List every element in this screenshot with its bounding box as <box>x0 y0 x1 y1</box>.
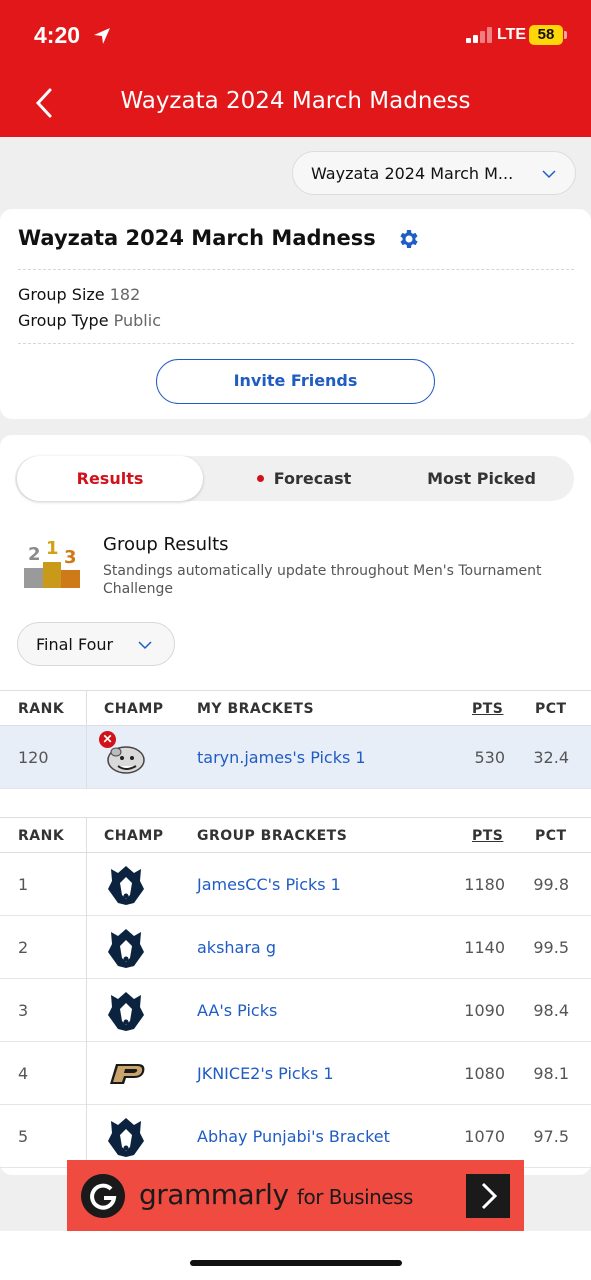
column-divider <box>86 691 87 789</box>
row-pts: 1080 <box>464 1064 505 1083</box>
home-indicator[interactable] <box>190 1260 402 1266</box>
status-time: 4:20 <box>34 22 81 48</box>
table-row[interactable]: 3 AA's Picks 1090 98.4 <box>0 979 591 1042</box>
table-row[interactable]: 5 Abhay Punjabi's Bracket 1070 97.5 <box>0 1105 591 1168</box>
divider <box>18 269 574 270</box>
bracket-name-link[interactable]: JamesCC's Picks 1 <box>197 875 341 894</box>
table-row[interactable]: 2 akshara g 1140 99.5 <box>0 916 591 979</box>
group-select-dropdown[interactable]: Wayzata 2024 March M... <box>292 151 576 195</box>
group-size-label: Group Size <box>18 285 105 304</box>
group-select-value: Wayzata 2024 March M... <box>311 164 514 183</box>
col-pct: PCT <box>535 828 567 844</box>
group-name: Wayzata 2024 March Madness <box>18 226 376 250</box>
bracket-name-link[interactable]: JKNICE2's Picks 1 <box>197 1064 334 1083</box>
col-brackets: GROUP BRACKETS <box>197 828 348 844</box>
ad-text: grammarly for Business <box>139 1178 413 1211</box>
my-brackets-header: RANK CHAMP MY BRACKETS PTS PCT <box>0 690 591 726</box>
bottom-safe-area <box>0 1231 591 1280</box>
table-row[interactable]: 4 JKNICE2's Picks 1 1080 98.1 <box>0 1042 591 1105</box>
round-select-value: Final Four <box>36 635 114 654</box>
tab-most-picked-label: Most Picked <box>427 469 536 488</box>
ad-brand: grammarly <box>139 1178 289 1211</box>
col-pts[interactable]: PTS <box>472 701 503 717</box>
row-rank: 120 <box>18 748 49 767</box>
row-pct: 32.4 <box>533 748 569 767</box>
network-label: LTE <box>497 26 527 43</box>
row-pct: 98.4 <box>533 1001 569 1020</box>
bracket-name-link[interactable]: AA's Picks <box>197 1001 277 1020</box>
svg-text:3: 3 <box>64 547 77 568</box>
invite-friends-button[interactable]: Invite Friends <box>156 359 435 404</box>
col-champ: CHAMP <box>104 828 164 844</box>
husky-logo-icon <box>108 866 144 905</box>
page-title: Wayzata 2024 March Madness <box>120 88 471 114</box>
group-brackets-header: RANK CHAMP GROUP BRACKETS PTS PCT <box>0 817 591 853</box>
divider <box>18 343 574 344</box>
bracket-name-link[interactable]: taryn.james's Picks 1 <box>197 748 366 767</box>
col-rank: RANK <box>18 828 65 844</box>
tab-results[interactable]: Results <box>17 456 203 501</box>
group-type-value: Public <box>113 311 161 330</box>
husky-logo-icon <box>108 1118 144 1157</box>
ad-banner[interactable]: grammarly for Business <box>67 1160 524 1231</box>
chevron-right-icon[interactable] <box>466 1174 510 1218</box>
battery-tip <box>564 31 567 39</box>
row-rank: 1 <box>18 875 29 894</box>
husky-logo-icon <box>108 929 144 968</box>
ad-suffix: for Business <box>296 1185 414 1209</box>
svg-text:1: 1 <box>46 538 59 559</box>
row-pct: 99.8 <box>533 875 569 894</box>
row-pts: 1070 <box>464 1127 505 1146</box>
row-pts: 1140 <box>464 938 505 957</box>
row-rank: 3 <box>18 1001 29 1020</box>
col-champ: CHAMP <box>104 701 164 717</box>
row-pct: 97.5 <box>533 1127 569 1146</box>
gear-icon[interactable] <box>397 227 421 251</box>
tab-forecast[interactable]: Forecast <box>211 456 397 501</box>
chevron-down-icon <box>542 170 556 179</box>
tab-results-label: Results <box>76 469 144 488</box>
chevron-down-icon <box>138 641 152 650</box>
row-rank: 5 <box>18 1127 29 1146</box>
results-tabs: Results Forecast Most Picked <box>15 456 574 501</box>
grammarly-g-icon <box>81 1174 125 1218</box>
row-rank: 4 <box>18 1064 29 1083</box>
row-pct: 98.1 <box>533 1064 569 1083</box>
tab-most-picked[interactable]: Most Picked <box>389 456 574 501</box>
group-results-title: Group Results <box>103 534 229 555</box>
table-row[interactable]: 1 JamesCC's Picks 1 1180 99.8 <box>0 853 591 916</box>
row-pts: 1180 <box>464 875 505 894</box>
bracket-name-link[interactable]: Abhay Punjabi's Bracket <box>197 1127 390 1146</box>
location-arrow-icon <box>94 28 110 44</box>
group-type-label: Group Type <box>18 311 109 330</box>
svg-text:2: 2 <box>28 544 41 565</box>
col-pct: PCT <box>535 701 567 717</box>
group-type-row: Group Type Public <box>18 311 161 330</box>
row-pts: 1090 <box>464 1001 505 1020</box>
new-dot-icon <box>256 475 264 482</box>
column-divider <box>86 818 87 1160</box>
round-select-dropdown[interactable]: Final Four <box>17 622 175 666</box>
row-pct: 99.5 <box>533 938 569 957</box>
col-rank: RANK <box>18 701 65 717</box>
col-brackets: MY BRACKETS <box>197 701 315 717</box>
col-pts[interactable]: PTS <box>472 828 503 844</box>
bracket-name-link[interactable]: akshara g <box>197 938 276 957</box>
husky-logo-icon <box>108 992 144 1031</box>
row-pts: 530 <box>474 748 505 767</box>
group-size-row: Group Size 182 <box>18 285 140 304</box>
row-rank: 2 <box>18 938 29 957</box>
status-bar: 4:20 LTE 58 <box>0 0 591 70</box>
eliminated-x-icon: ✕ <box>99 731 116 748</box>
group-size-value: 182 <box>109 285 141 304</box>
group-results-subtitle: Standings automatically update throughou… <box>103 563 542 597</box>
battery-icon: 58 <box>529 25 563 45</box>
my-bracket-row[interactable]: 120 taryn.james's Picks 1 530 32.4 <box>0 726 591 789</box>
tab-forecast-label: Forecast <box>273 469 352 488</box>
podium-icon: 2 1 3 <box>24 538 80 588</box>
purdue-p-logo-icon <box>110 1064 145 1084</box>
signal-icon <box>466 27 494 43</box>
app-header: 4:20 LTE 58 Wayzata 2024 March Madness <box>0 0 591 137</box>
